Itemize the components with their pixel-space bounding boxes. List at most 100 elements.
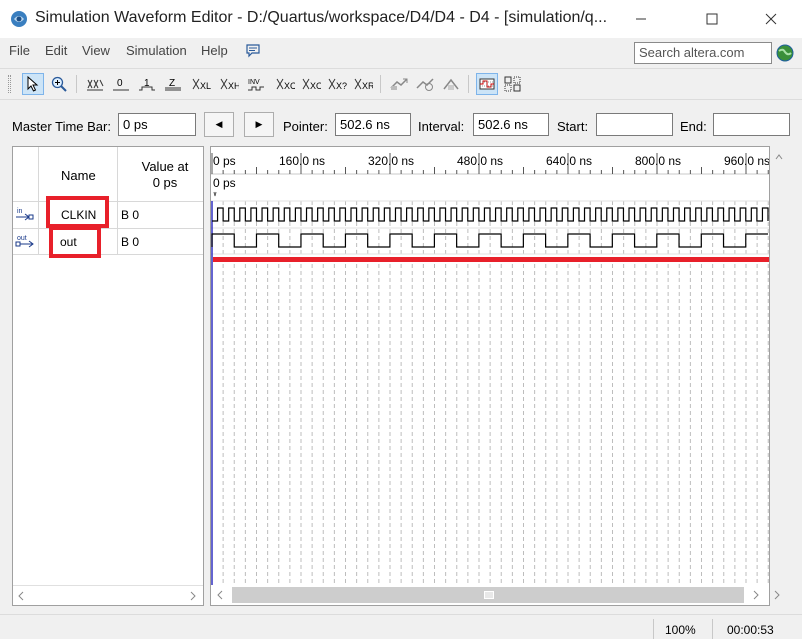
globe-search-icon[interactable] <box>776 44 794 62</box>
minimize-button[interactable] <box>618 0 664 38</box>
menu-file[interactable]: File <box>9 43 30 58</box>
start-label: Start: <box>557 119 589 134</box>
cursor-marker <box>213 191 217 197</box>
timeline-label: 160.0 ns <box>279 154 325 168</box>
forcing-value-button[interactable]: X? <box>326 73 348 95</box>
start-field[interactable] <box>596 113 673 136</box>
title-bar: Simulation Waveform Editor - D:/Quartus/… <box>0 0 802 38</box>
interval-label: Interval: <box>418 119 465 134</box>
random-values-icon: XR <box>354 78 373 91</box>
maximize-button[interactable] <box>689 0 735 38</box>
scroll-right-icon[interactable] <box>752 590 760 600</box>
highlight-underline <box>213 257 769 262</box>
forcing-high-button[interactable]: 1 <box>136 73 158 95</box>
value-column-header[interactable]: Value at 0 ps <box>129 159 201 191</box>
waveform-vertical-scrollbar[interactable] <box>770 146 788 584</box>
signal-row[interactable]: out out B 0 <box>13 226 203 258</box>
clock-value-icon: XO <box>302 78 321 91</box>
run-timing-simulation-button[interactable] <box>414 73 436 95</box>
clkin-waveform[interactable] <box>212 207 769 222</box>
weak-high-label: XH <box>228 81 239 91</box>
end-field[interactable] <box>713 113 790 136</box>
toolbar-grip <box>8 75 11 93</box>
weak-high-icon: XH <box>220 78 239 91</box>
minimize-icon <box>636 18 646 20</box>
timeline-label: 0 ps <box>213 154 236 168</box>
menu-help[interactable]: Help <box>201 43 228 58</box>
group-icon <box>504 76 521 92</box>
cursor-time-label: 0 ps <box>213 176 236 190</box>
count-value-label: XC <box>284 81 295 91</box>
forcing-low-button[interactable]: 0 <box>110 73 132 95</box>
menu-simulation[interactable]: Simulation <box>126 43 187 58</box>
timeline-label: 800.0 ns <box>635 154 681 168</box>
unassigned-value-icon <box>87 79 104 91</box>
output-pin-icon: out <box>15 235 34 248</box>
signal-list-scrollbar[interactable] <box>13 585 203 605</box>
previous-transition-button[interactable]: ◀ <box>204 112 234 137</box>
scroll-left-icon[interactable] <box>216 590 224 600</box>
menu-view[interactable]: View <box>82 43 110 58</box>
weak-low-icon: XL <box>192 78 211 91</box>
generate-netlist-icon <box>443 78 459 90</box>
unassigned-value-button[interactable] <box>84 73 106 95</box>
end-label: End: <box>680 119 707 134</box>
invert-icon: INV <box>248 79 264 91</box>
random-values-label: XR <box>362 81 373 91</box>
run-functional-simulation-icon <box>390 78 408 90</box>
menu-edit[interactable]: Edit <box>45 43 67 58</box>
scroll-left-icon[interactable] <box>17 591 25 601</box>
invert-label: INV <box>248 79 260 86</box>
snap-to-grid-icon <box>479 78 495 90</box>
close-icon <box>765 13 777 25</box>
signal-value: B 0 <box>121 235 140 249</box>
zoom-tool-button[interactable] <box>48 73 70 95</box>
waveform-horizontal-scrollbar[interactable] <box>210 584 788 606</box>
group-button[interactable] <box>502 73 524 95</box>
selection-tool-button[interactable] <box>22 73 44 95</box>
waveform-panel[interactable]: 0 ps 160.0 ns 320.0 ns 480.0 ns 640.0 ns 800.… <box>210 146 770 606</box>
next-transition-button[interactable]: ▶ <box>244 112 274 137</box>
generate-netlist-button[interactable] <box>440 73 462 95</box>
timeline-label: 480.0 ns <box>457 154 503 168</box>
scroll-up-icon[interactable] <box>775 154 783 160</box>
signal-name: CLKIN <box>61 208 97 222</box>
timeline-label: 640.0 ns <box>546 154 592 168</box>
timeline-label: 320.0 ns <box>368 154 414 168</box>
help-chat-icon[interactable] <box>245 43 261 58</box>
selection-tool-icon <box>27 76 39 92</box>
close-button[interactable] <box>748 0 794 38</box>
clock-value-button[interactable]: XO <box>300 73 322 95</box>
weak-low-label: XL <box>200 81 211 91</box>
run-functional-simulation-button[interactable] <box>388 73 410 95</box>
signal-value: B 0 <box>121 208 140 222</box>
toolbar: 0 1 Z XL XH INV XC XO X? XR <box>0 68 802 100</box>
signal-row[interactable]: in CLKIN B 0 <box>13 196 203 228</box>
scroll-right-icon[interactable] <box>189 591 197 601</box>
snap-to-grid-button[interactable] <box>476 73 498 95</box>
value-header-line1: Value at <box>141 159 189 174</box>
weak-low-button[interactable]: XL <box>190 73 212 95</box>
timeline-label: 960.0 ns <box>724 154 770 168</box>
high-impedance-button[interactable]: Z <box>162 73 184 95</box>
search-input[interactable]: Search altera.com <box>634 42 772 64</box>
random-values-button[interactable]: XR <box>352 73 374 95</box>
master-time-bar-label: Master Time Bar: <box>12 119 111 134</box>
pointer-field[interactable]: 502.6 ns <box>335 113 411 136</box>
signal-name: out <box>60 235 77 249</box>
high-impedance-label: Z <box>169 78 175 89</box>
interval-field[interactable]: 502.6 ns <box>473 113 549 136</box>
scroll-right-icon[interactable] <box>773 590 781 600</box>
name-column-header[interactable]: Name <box>61 168 96 183</box>
master-time-bar-field[interactable]: 0 ps <box>118 113 196 136</box>
count-value-button[interactable]: XC <box>274 73 296 95</box>
invert-button[interactable]: INV <box>246 73 268 95</box>
waveform-canvas[interactable]: 0 ps 160.0 ns 320.0 ns 480.0 ns 640.0 ns 800.… <box>211 147 770 606</box>
output-pin-label: out <box>17 235 27 242</box>
forcing-low-label: 0 <box>117 78 123 89</box>
maximize-icon <box>706 13 718 25</box>
weak-high-button[interactable]: XH <box>218 73 240 95</box>
forcing-value-label: X? <box>336 81 347 91</box>
window-title: Simulation Waveform Editor - D:/Quartus/… <box>35 9 608 26</box>
scroll-thumb[interactable] <box>232 587 744 603</box>
